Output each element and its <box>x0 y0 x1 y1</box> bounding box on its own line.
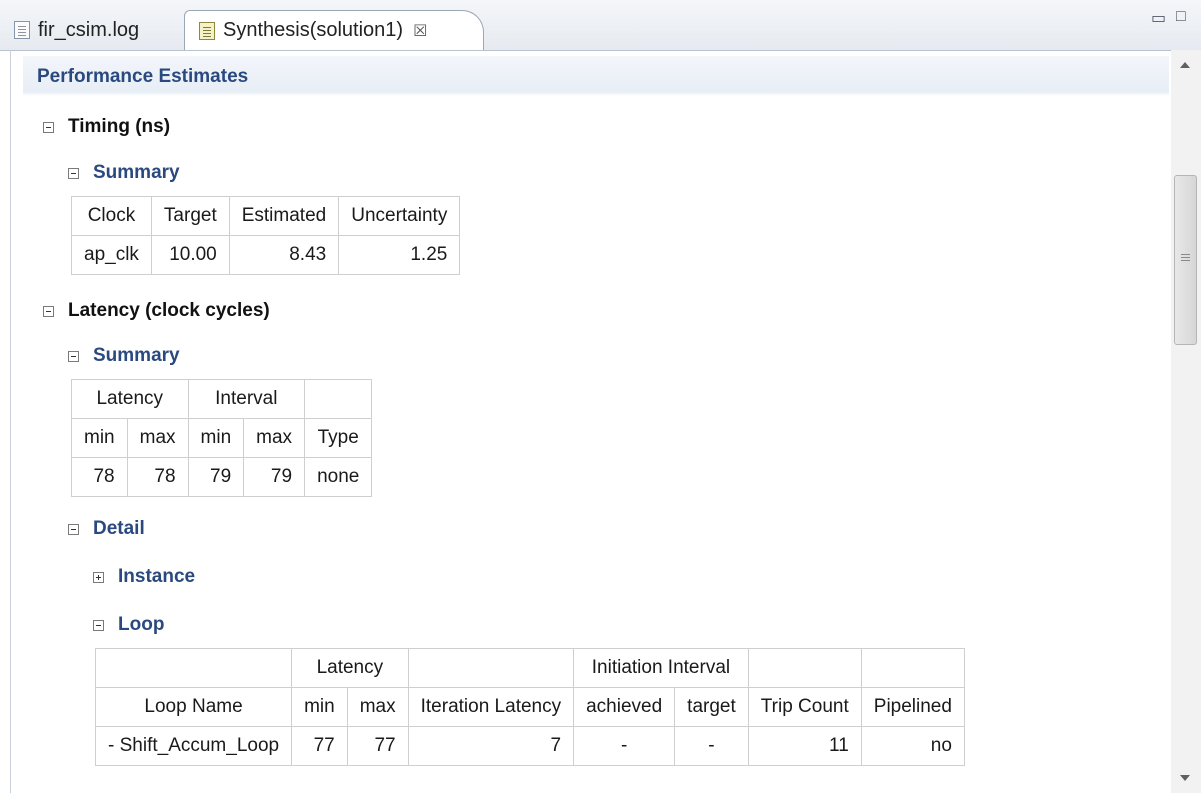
group-header-empty <box>304 379 373 419</box>
page-title: Performance Estimates <box>37 66 249 87</box>
group-header: Latency <box>71 379 189 419</box>
detail-header: Detail <box>93 518 145 539</box>
tab-fir-csim-log[interactable]: fir_csim.log <box>0 10 185 50</box>
column-header: Pipelined <box>860 687 965 727</box>
column-header: Estimated <box>228 196 340 236</box>
column-header: max <box>243 418 306 458</box>
column-header: target <box>674 687 749 727</box>
column-header: Clock <box>71 196 152 236</box>
column-header: max <box>346 687 409 727</box>
table-cell: - <box>573 726 676 766</box>
tab-label: Synthesis(solution1) <box>223 19 404 41</box>
column-header: achieved <box>573 687 676 727</box>
latency-header: Latency (clock cycles) <box>68 300 270 321</box>
instance-section-toggle[interactable]: Instance <box>93 566 195 588</box>
latency-summary-table: Latency Interval min max min max Type 78… <box>71 379 373 497</box>
column-header: Target <box>150 196 230 236</box>
timing-section-toggle[interactable]: Timing (ns) <box>43 116 170 138</box>
section-banner: Performance Estimates <box>23 56 1169 96</box>
loop-header: Loop <box>118 614 165 635</box>
table-header-row: Clock Target Estimated Uncertainty <box>71 196 461 236</box>
group-header-empty <box>860 648 965 688</box>
vertical-scrollbar[interactable] <box>1171 50 1201 793</box>
table-cell: 79 <box>187 457 245 497</box>
group-header-empty <box>407 648 575 688</box>
maximize-icon[interactable]: □ <box>1176 8 1186 26</box>
table-cell: 7 <box>407 726 575 766</box>
column-header: Uncertainty <box>338 196 461 236</box>
table-cell: no <box>860 726 965 766</box>
table-cell: - Shift_Accum_Loop <box>94 726 293 766</box>
column-header: Type <box>304 418 373 458</box>
collapse-icon[interactable] <box>68 350 79 362</box>
table-cell: none <box>304 457 373 497</box>
table-cell: 78 <box>126 457 189 497</box>
table-row: - Shift_Accum_Loop 77 77 7 - - 11 no <box>94 726 965 766</box>
table-cell: 78 <box>71 457 128 497</box>
scroll-up-arrow-icon[interactable] <box>1180 62 1190 68</box>
table-cell: 79 <box>243 457 306 497</box>
table-group-row: Latency Initiation Interval <box>94 648 965 688</box>
latency-summary-header: Summary <box>93 345 180 366</box>
table-row: ap_clk 10.00 8.43 1.25 <box>71 235 461 275</box>
table-cell: ap_clk <box>71 235 152 275</box>
instance-header: Instance <box>118 566 196 587</box>
collapse-icon[interactable] <box>43 305 54 317</box>
timing-header: Timing (ns) <box>68 116 171 137</box>
group-header: Latency <box>291 648 409 688</box>
timing-summary-table: Clock Target Estimated Uncertainty ap_cl… <box>71 196 461 275</box>
report-view: Performance Estimates Timing (ns) Summar… <box>10 50 1172 793</box>
group-header: Interval <box>187 379 306 419</box>
close-icon[interactable]: ☒ <box>413 21 427 41</box>
column-header: Loop Name <box>94 687 293 727</box>
table-header-row: min max min max Type <box>71 418 373 458</box>
collapse-icon[interactable] <box>68 523 79 535</box>
table-cell: 77 <box>291 726 348 766</box>
latency-section-toggle[interactable]: Latency (clock cycles) <box>43 300 270 322</box>
table-cell: - <box>674 726 749 766</box>
column-header: Iteration Latency <box>407 687 575 727</box>
tab-synthesis-report[interactable]: Synthesis(solution1) ☒ <box>184 10 484 50</box>
group-header: Initiation Interval <box>573 648 749 688</box>
latency-summary-toggle[interactable]: Summary <box>68 345 180 367</box>
report-icon <box>199 21 215 40</box>
detail-section-toggle[interactable]: Detail <box>68 518 145 540</box>
timing-summary-toggle[interactable]: Summary <box>68 162 180 184</box>
loop-section-toggle[interactable]: Loop <box>93 614 164 636</box>
collapse-icon[interactable] <box>43 121 54 133</box>
grip-icon <box>1181 254 1190 255</box>
tab-label: fir_csim.log <box>38 18 140 41</box>
column-header: min <box>291 687 348 727</box>
scroll-down-arrow-icon[interactable] <box>1180 775 1190 781</box>
table-cell: 8.43 <box>228 235 340 275</box>
timing-summary-header: Summary <box>93 162 180 183</box>
log-file-icon <box>14 21 30 39</box>
group-header-empty <box>94 648 293 688</box>
group-header-empty <box>747 648 862 688</box>
collapse-icon[interactable] <box>68 167 79 179</box>
editor-tab-bar: fir_csim.log Synthesis(solution1) ☒ ▭ □ <box>0 0 1201 51</box>
loop-table: Latency Initiation Interval Loop Name mi… <box>94 648 965 766</box>
scrollbar-thumb[interactable] <box>1174 175 1197 345</box>
collapse-icon[interactable] <box>93 619 104 631</box>
table-header-row: Loop Name min max Iteration Latency achi… <box>94 687 965 727</box>
column-header: Trip Count <box>747 687 862 727</box>
column-header: min <box>71 418 128 458</box>
table-cell: 10.00 <box>150 235 230 275</box>
table-cell: 1.25 <box>338 235 461 275</box>
expand-icon[interactable] <box>93 571 104 583</box>
minimize-icon[interactable]: ▭ <box>1151 8 1166 28</box>
table-cell: 11 <box>747 726 862 766</box>
table-row: 78 78 79 79 none <box>71 457 373 497</box>
column-header: min <box>187 418 245 458</box>
table-cell: 77 <box>346 726 409 766</box>
column-header: max <box>126 418 189 458</box>
table-group-row: Latency Interval <box>71 379 373 419</box>
